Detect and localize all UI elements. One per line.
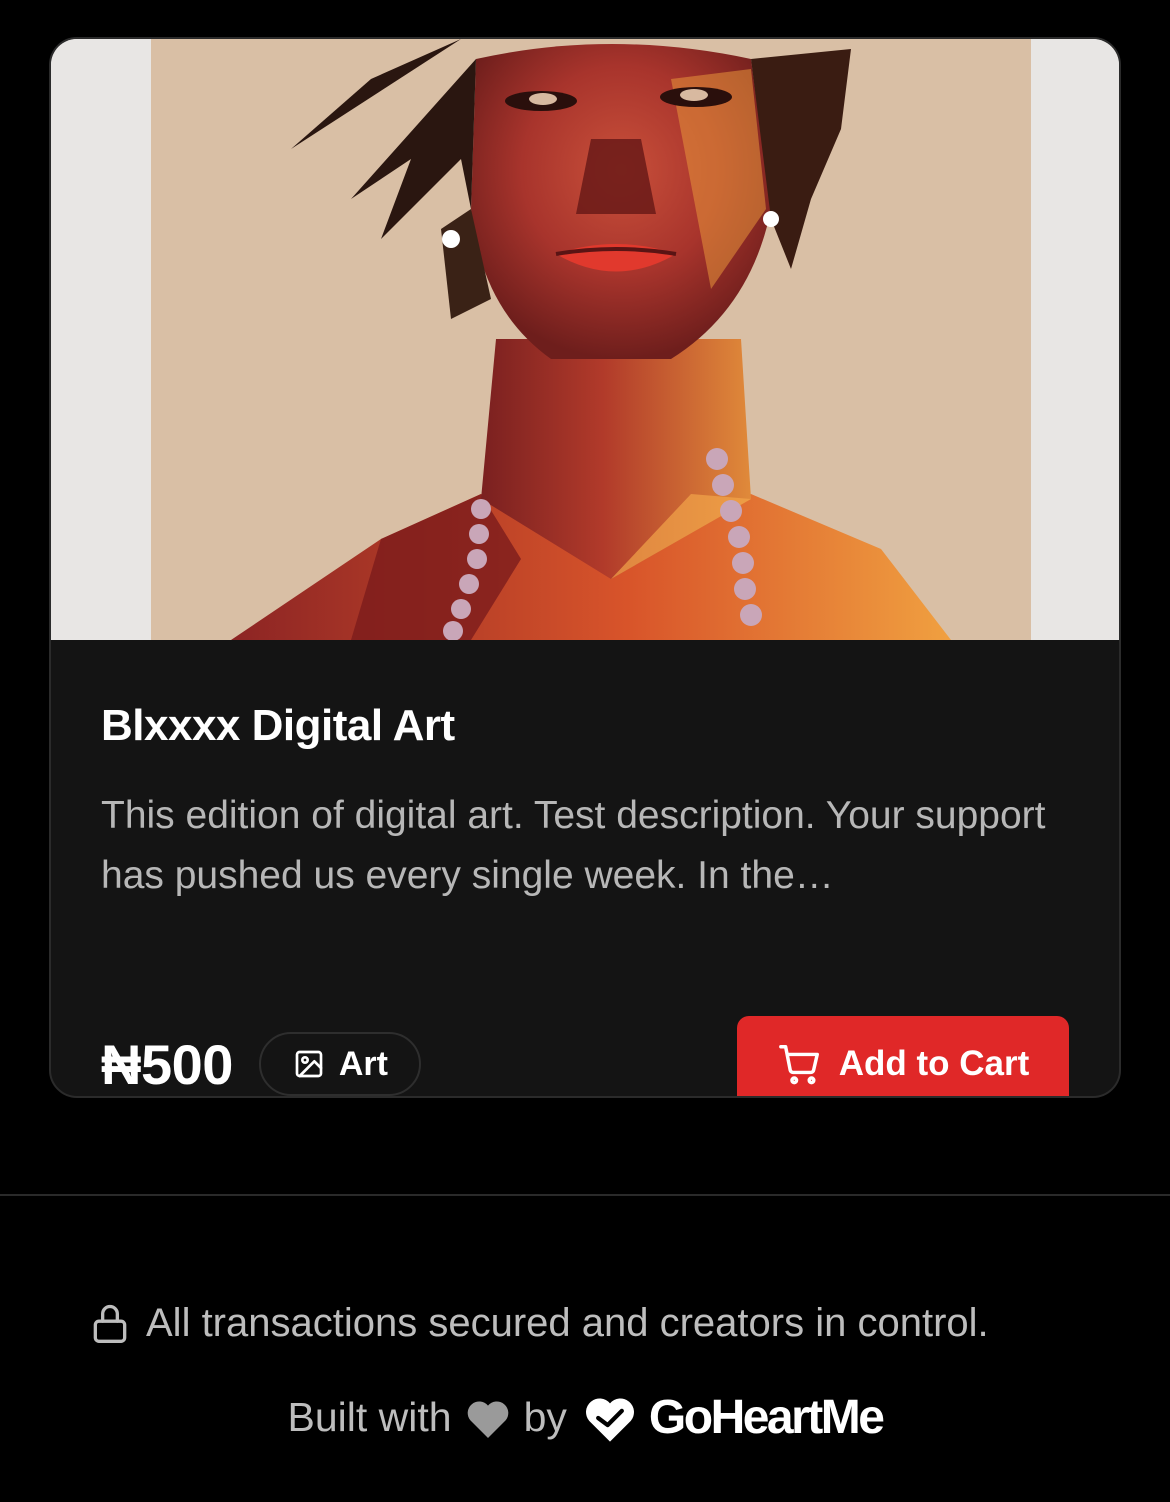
lock-icon <box>93 1304 127 1343</box>
product-price: ₦500 <box>101 1032 233 1096</box>
product-actions: ₦500 Art Add to Cart <box>101 1016 1069 1096</box>
product-image[interactable] <box>51 39 1119 640</box>
security-notice: All transactions secured and creators in… <box>88 1300 989 1346</box>
product-description: This edition of digital art. Test descri… <box>101 794 1046 897</box>
cart-icon <box>778 1045 819 1085</box>
heart-icon <box>467 1401 508 1438</box>
built-with-text: Built with <box>287 1394 452 1440</box>
goheartme-logo-link[interactable]: GoHeartMe <box>579 1390 885 1445</box>
goheartme-logo-icon <box>585 1398 634 1442</box>
add-to-cart-button[interactable]: Add to Cart <box>737 1016 1069 1096</box>
category-badge: Art <box>258 1032 421 1096</box>
add-to-cart-label: Add to Cart <box>838 1044 1030 1083</box>
brand-name: GoHeartMe <box>648 1391 885 1444</box>
product-page: Blxxxx Digital Art This edition of digit… <box>0 0 1170 1502</box>
product-details: Blxxxx Digital Art This edition of digit… <box>51 700 1119 1096</box>
product-card: Blxxxx Digital Art This edition of digit… <box>49 37 1121 1098</box>
security-text: All transactions secured and creators in… <box>146 1300 989 1345</box>
image-icon <box>295 1050 323 1078</box>
footer-divider <box>0 1194 1170 1196</box>
product-title: Blxxxx Digital Art <box>101 701 455 750</box>
built-with-credit: Built with by GoHeartMe <box>0 1390 1170 1445</box>
by-text: by <box>523 1394 567 1440</box>
category-label: Art <box>338 1044 388 1083</box>
